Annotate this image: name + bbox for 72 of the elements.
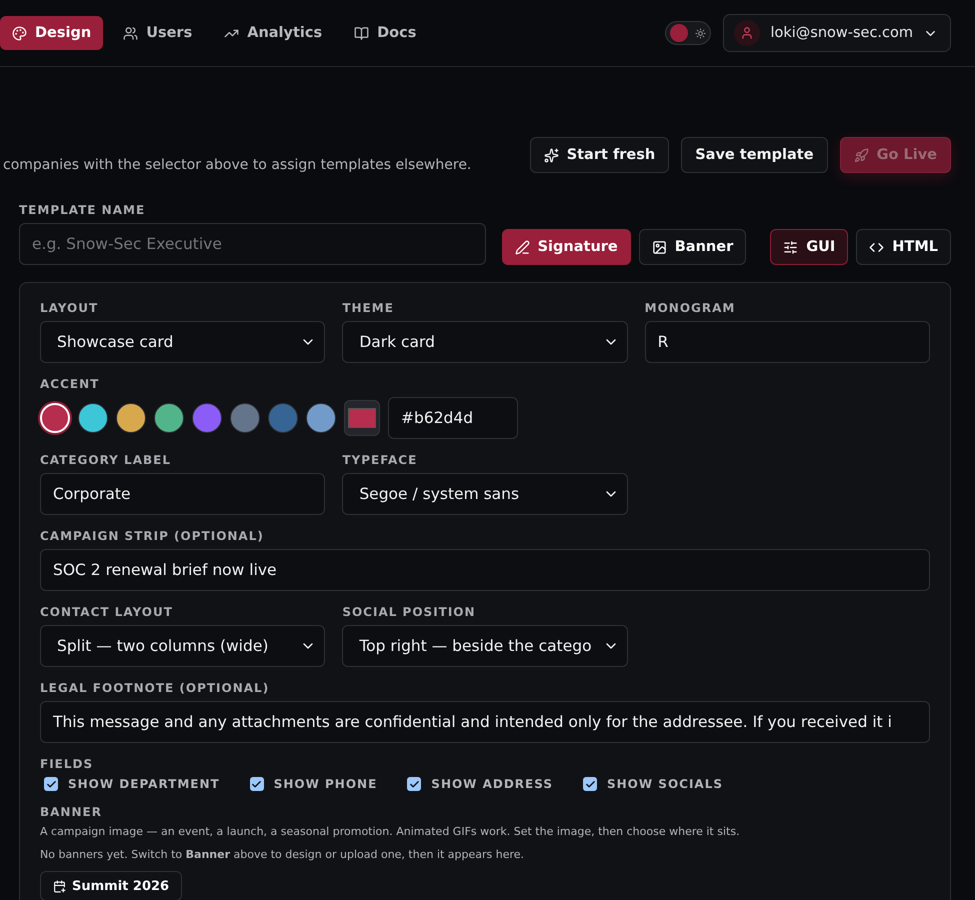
field-label: MONOGRAM — [644, 301, 736, 315]
check-icon — [46, 778, 56, 790]
checkbox[interactable] — [44, 777, 58, 791]
color-swatch[interactable] — [268, 403, 298, 433]
field-label: THEME — [342, 301, 395, 315]
rocket-icon — [854, 148, 869, 162]
pen-icon — [514, 240, 530, 254]
view-tab[interactable]: GUI — [770, 229, 848, 265]
field-label: BANNER — [40, 805, 103, 819]
checkbox-label: SHOW PHONE — [274, 777, 378, 791]
checkbox[interactable] — [583, 777, 597, 791]
field-label: CAMPAIGN STRIP (OPTIONAL) — [40, 529, 265, 543]
color-picker[interactable] — [344, 400, 380, 436]
view-tab[interactable]: HTML — [856, 229, 951, 265]
color-swatch[interactable] — [78, 403, 108, 433]
input-field[interactable]: This message and any attachments are confidential and intended only for the addressee. If you received it i — [40, 701, 930, 743]
color-swatch[interactable] — [230, 403, 260, 433]
checkbox[interactable] — [407, 777, 422, 791]
field-label: LAYOUT — [40, 301, 100, 315]
mode-tab[interactable]: Banner — [638, 229, 746, 265]
field-label: CONTACT LAYOUT — [40, 605, 174, 619]
check-icon — [408, 778, 420, 790]
check-icon — [584, 778, 596, 790]
sun-icon — [695, 28, 706, 38]
color-sample-icon — [348, 408, 376, 428]
input-field[interactable]: SOC 2 renewal brief now live — [40, 549, 930, 591]
template-name-field[interactable]: e.g. Snow-Sec Executive — [19, 223, 486, 265]
calendar-icon — [53, 880, 66, 892]
checkbox[interactable] — [250, 777, 264, 791]
color-swatch[interactable] — [306, 403, 336, 433]
checkbox-label: SHOW SOCIALS — [607, 777, 723, 791]
banner-chip[interactable]: Summit 2026 — [40, 871, 182, 900]
dropdown[interactable]: Dark card — [342, 321, 628, 363]
nav-tab[interactable]: Docs — [342, 16, 428, 50]
dropdown[interactable]: Showcase card — [40, 321, 326, 363]
mode-tab[interactable]: Signature — [502, 229, 631, 265]
checkbox-label: SHOW DEPARTMENT — [68, 777, 220, 791]
theme-toggle[interactable] — [665, 21, 712, 45]
field-label: TYPEFACE — [342, 453, 418, 467]
input-field[interactable]: Corporate — [40, 473, 326, 515]
hint-text: A campaign image — an event, a launch, a seasonal promotion. Animated GIFs work. Set the image, then choose where it sits. — [40, 825, 741, 838]
color-swatch[interactable] — [154, 403, 184, 433]
field-label: LEGAL FOOTNOTE (OPTIONAL) — [40, 681, 270, 695]
dropdown[interactable]: Split — two columns (wide) — [40, 625, 326, 667]
sliders-icon — [783, 240, 798, 254]
nav-tab[interactable]: Analytics — [212, 16, 334, 50]
toolbar-button[interactable]: Start fresh — [530, 137, 670, 173]
image-icon — [652, 240, 667, 254]
nav-tab[interactable]: Users — [111, 16, 204, 50]
dropdown[interactable]: Segoe / system sans — [342, 473, 628, 515]
description-text: companies with the selector above to assign templates elsewhere. — [3, 157, 472, 173]
nav-tab[interactable]: Design — [0, 16, 104, 50]
check-icon — [251, 778, 262, 790]
sparkles-icon — [544, 148, 559, 162]
field-label: CATEGORY LABEL — [40, 453, 172, 467]
input-field[interactable]: R — [644, 321, 930, 363]
empty-note-text: No banners yet. Switch to Banner above to design or upload one, then it appears here. — [40, 848, 526, 861]
color-swatch[interactable] — [192, 403, 222, 433]
account-menu-button[interactable]: loki@snow-sec.com — [723, 14, 951, 52]
hex-input-field[interactable]: #b62d4d — [388, 397, 518, 439]
book-icon — [354, 26, 370, 40]
users-icon — [123, 26, 138, 40]
dropdown[interactable]: Top right — beside the catego — [342, 625, 628, 667]
field-label: TEMPLATE NAME — [19, 203, 146, 217]
field-label: SOCIAL POSITION — [342, 605, 477, 619]
checkbox-label: SHOW ADDRESS — [431, 777, 553, 791]
field-label: FIELDS — [40, 757, 94, 771]
field-label: ACCENT — [40, 377, 100, 391]
toolbar-button[interactable]: Save template — [681, 137, 828, 173]
avatar-icon — [734, 20, 760, 46]
palette-icon — [12, 26, 27, 40]
color-swatch[interactable] — [116, 403, 146, 433]
